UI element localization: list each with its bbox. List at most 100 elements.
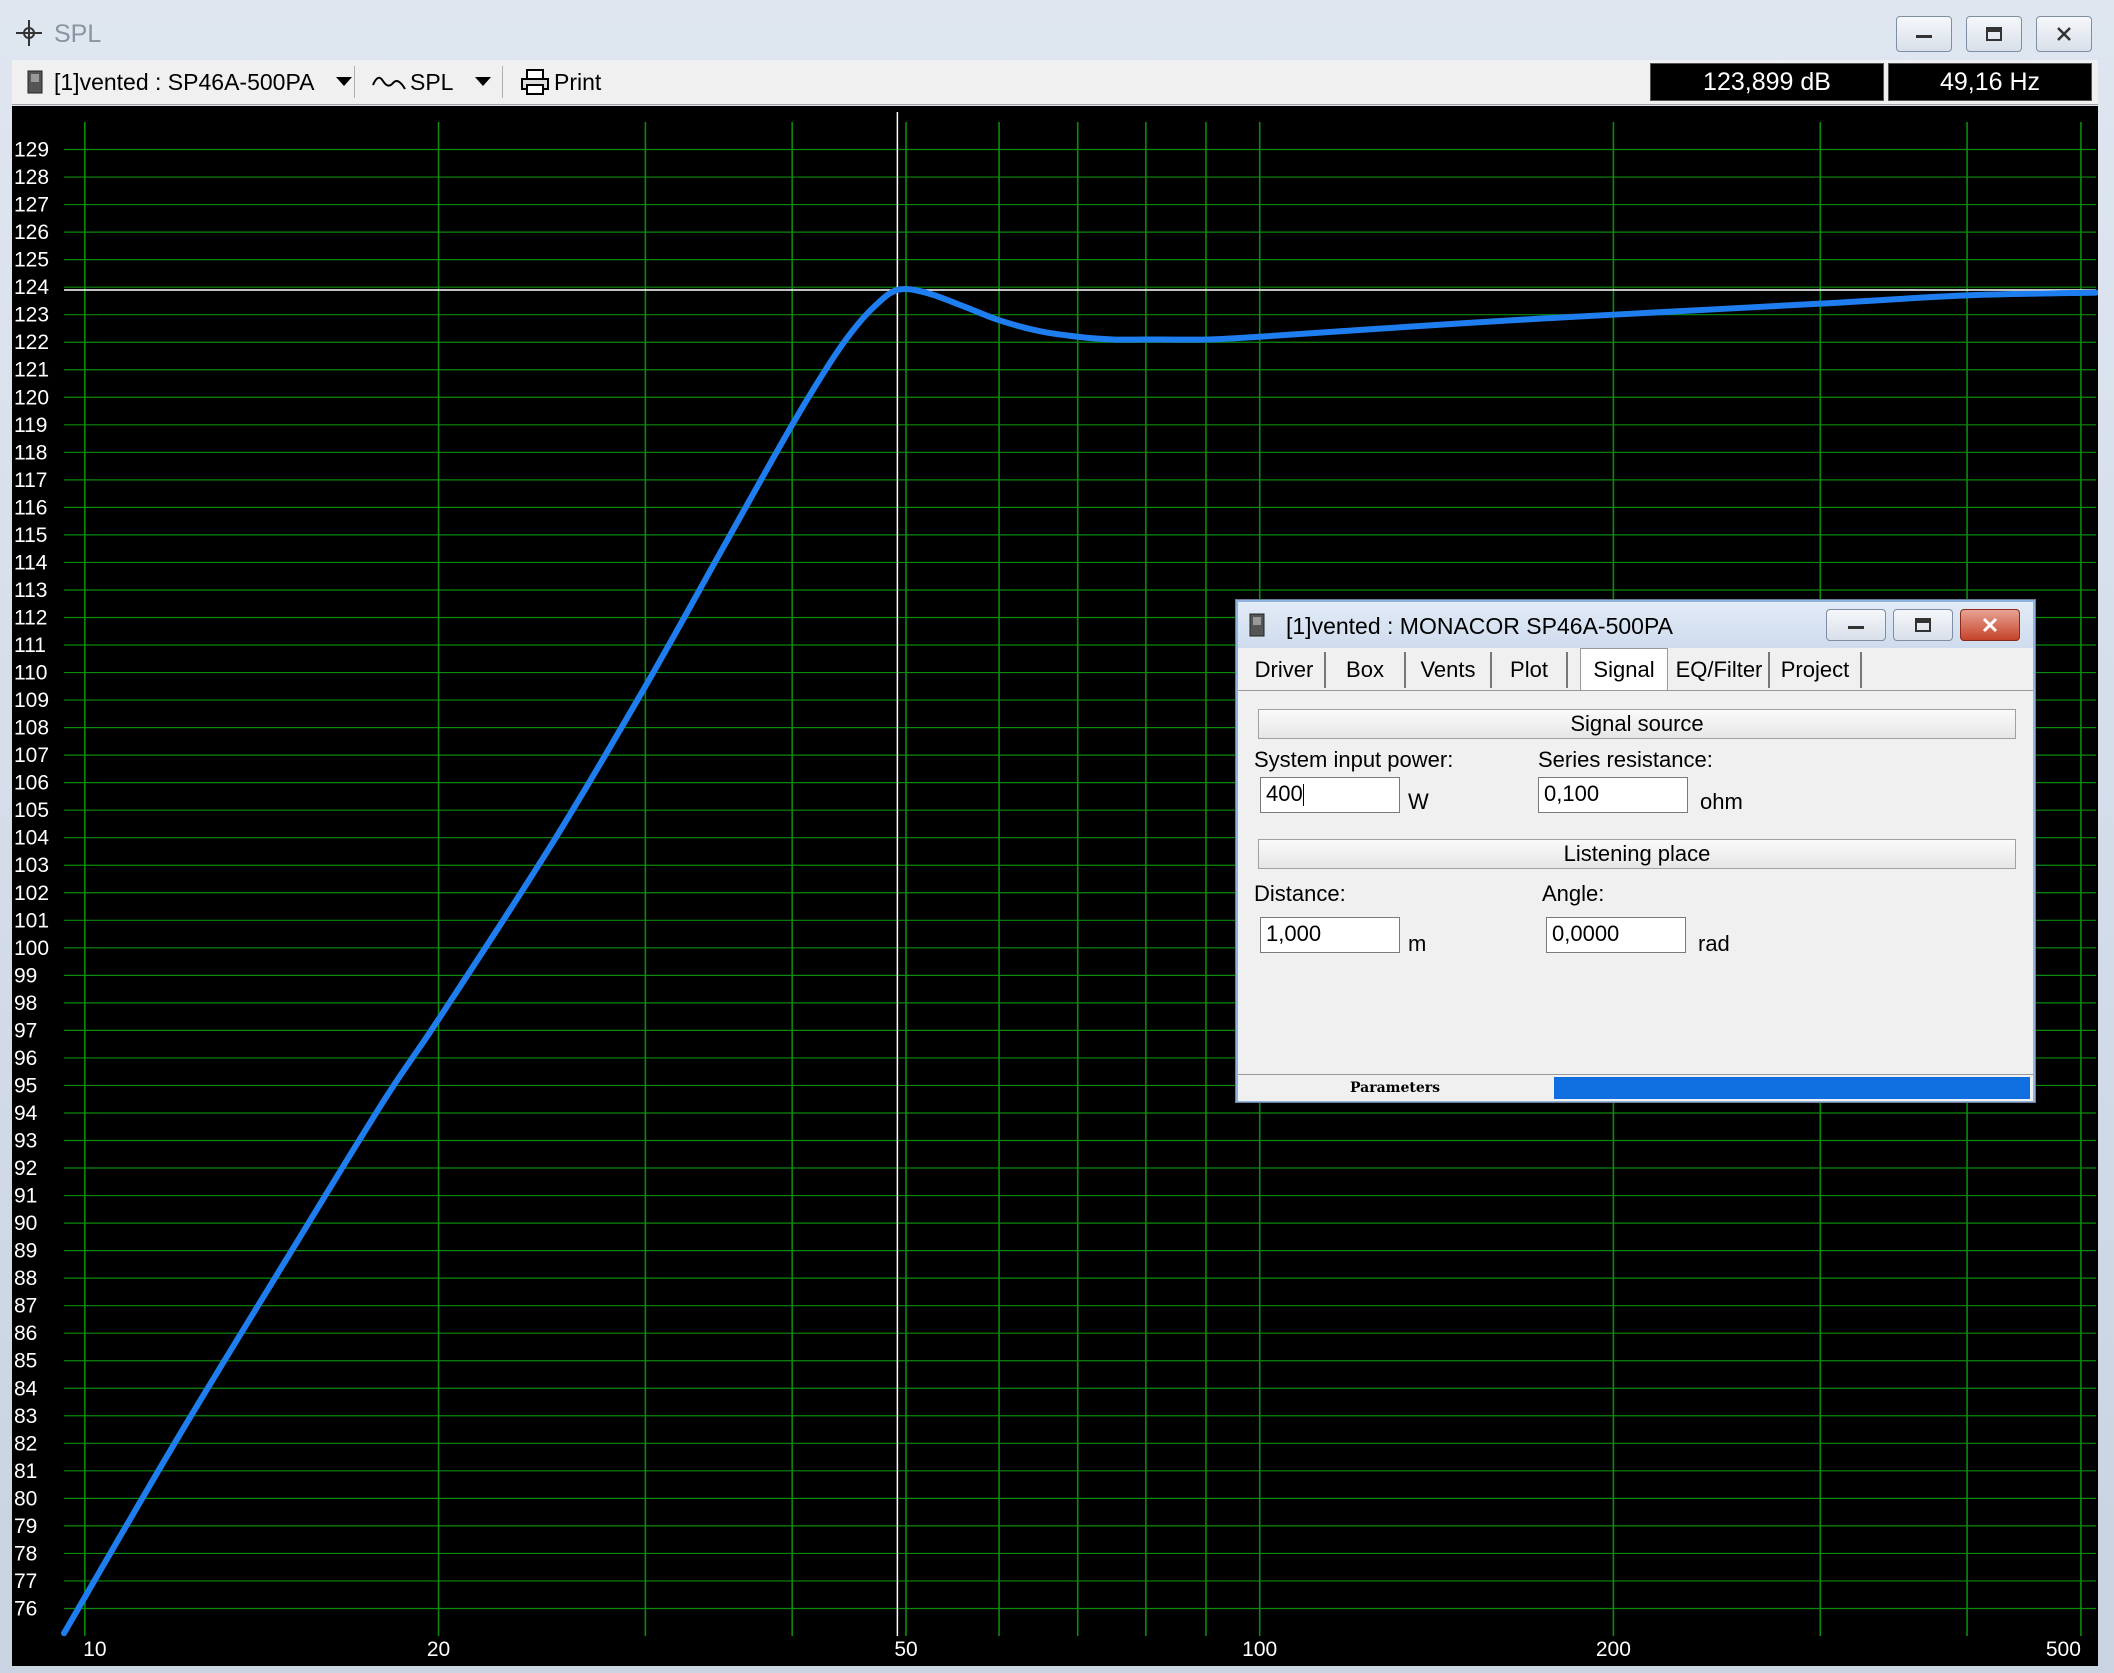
- series-resistance-label: Series resistance:: [1538, 747, 1713, 772]
- input-power-unit: W: [1408, 789, 1429, 814]
- print-label: Print: [554, 68, 602, 95]
- y-tick-label: 128: [14, 166, 49, 189]
- y-tick-label: 106: [14, 772, 49, 795]
- y-tick-label: 110: [14, 662, 47, 685]
- y-tick-label: 107: [14, 744, 49, 767]
- y-tick-label: 102: [14, 882, 49, 905]
- x-tick-label: 200: [1596, 1638, 1631, 1661]
- title-bar[interactable]: SPL: [0, 0, 2114, 62]
- text-cursor: [1302, 784, 1304, 807]
- y-tick-label: 117: [14, 469, 47, 492]
- y-tick-label: 100: [14, 937, 49, 960]
- y-tick-label: 89: [14, 1240, 37, 1263]
- distance-field[interactable]: 1,000: [1260, 917, 1400, 953]
- x-tick-label: 500: [2046, 1638, 2081, 1661]
- y-tick-label: 81: [14, 1460, 37, 1483]
- project-dropdown-label: [1]vented : SP46A-500PA: [54, 68, 315, 95]
- printer-icon: [521, 69, 549, 95]
- angle-field[interactable]: 0,0000: [1546, 917, 1686, 953]
- tab-box[interactable]: Box: [1326, 652, 1406, 688]
- parameters-dialog: [1]vented : MONACOR SP46A-500PA Driver B…: [1236, 600, 2035, 1102]
- db-readout: 123,899 dB: [1650, 63, 1884, 101]
- tab-driver[interactable]: Driver: [1244, 652, 1326, 688]
- y-tick-label: 96: [14, 1047, 37, 1070]
- dialog-close-button[interactable]: [1960, 609, 2020, 641]
- y-tick-label: 92: [14, 1157, 37, 1180]
- y-tick-label: 116: [14, 496, 47, 519]
- distance-label: Distance:: [1254, 881, 1346, 906]
- tab-eq-filter[interactable]: EQ/Filter: [1670, 652, 1770, 688]
- distance-unit: m: [1408, 931, 1427, 956]
- y-tick-label: 121: [14, 359, 49, 382]
- chevron-down-icon: [336, 77, 353, 86]
- chevron-down-icon: [475, 77, 492, 86]
- minimize-icon: [1848, 626, 1864, 629]
- y-tick-label: 113: [14, 579, 47, 602]
- crosshair-icon: [16, 20, 42, 46]
- y-tick-label: 125: [14, 249, 49, 272]
- tab-project[interactable]: Project: [1770, 652, 1862, 688]
- input-power-label: System input power:: [1254, 747, 1454, 772]
- tab-signal[interactable]: Signal: [1580, 648, 1668, 690]
- y-tick-label: 85: [14, 1350, 37, 1373]
- print-button[interactable]: Print: [520, 60, 601, 104]
- y-tick-label: 123: [14, 304, 49, 327]
- restore-icon: [1986, 27, 2002, 41]
- signal-source-header: Signal source: [1258, 709, 2016, 739]
- y-tick-label: 99: [14, 964, 37, 987]
- series-resistance-field[interactable]: 0,100: [1538, 777, 1688, 813]
- mode-dropdown[interactable]: SPL: [372, 60, 492, 104]
- x-tick-label: 100: [1242, 1638, 1277, 1661]
- y-tick-label: 115: [14, 524, 47, 547]
- y-tick-label: 95: [14, 1074, 37, 1097]
- y-tick-label: 91: [14, 1185, 37, 1208]
- status-progress: [1554, 1077, 2030, 1099]
- y-tick-label: 94: [14, 1102, 38, 1125]
- toolbar: [1]vented : SP46A-500PA SPL Print 123,89…: [12, 60, 2098, 105]
- y-tick-label: 88: [14, 1267, 37, 1290]
- y-tick-label: 82: [14, 1432, 37, 1455]
- project-dropdown[interactable]: [1]vented : SP46A-500PA: [26, 60, 353, 104]
- y-tick-label: 109: [14, 689, 49, 712]
- y-tick-label: 122: [14, 331, 49, 354]
- angle-unit: rad: [1698, 931, 1730, 956]
- dialog-restore-button[interactable]: [1893, 609, 1953, 641]
- dialog-tabs: Driver Box Vents Plot Signal EQ/Filter P…: [1238, 648, 2033, 690]
- signal-tab-panel: Signal source System input power: 400 W …: [1238, 690, 2033, 1071]
- y-tick-label: 80: [14, 1487, 37, 1510]
- tab-plot[interactable]: Plot: [1492, 652, 1568, 688]
- y-tick-label: 90: [14, 1212, 37, 1235]
- y-tick-label: 78: [14, 1542, 37, 1565]
- y-tick-label: 76: [14, 1597, 37, 1620]
- window-title: SPL: [54, 20, 102, 48]
- x-tick-label: 20: [427, 1638, 450, 1661]
- y-tick-label: 101: [14, 909, 49, 932]
- y-tick-label: 119: [14, 414, 47, 437]
- close-icon: [2057, 27, 2071, 41]
- y-tick-label: 111: [14, 634, 46, 657]
- tab-vents[interactable]: Vents: [1406, 652, 1492, 688]
- dialog-status-bar: Parameters: [1238, 1074, 2033, 1101]
- dialog-title: [1]vented : MONACOR SP46A-500PA: [1286, 613, 1673, 639]
- mode-dropdown-label: SPL: [410, 68, 454, 95]
- dialog-minimize-button[interactable]: [1826, 609, 1886, 641]
- speaker-icon: [1249, 613, 1265, 637]
- dialog-title-bar[interactable]: [1]vented : MONACOR SP46A-500PA: [1238, 602, 2033, 648]
- y-tick-label: 114: [14, 551, 48, 574]
- series-resistance-unit: ohm: [1700, 789, 1743, 814]
- y-tick-label: 83: [14, 1405, 37, 1428]
- input-power-field[interactable]: 400: [1260, 777, 1400, 813]
- waveform-icon: [372, 76, 406, 90]
- y-tick-label: 98: [14, 992, 37, 1015]
- restore-button[interactable]: [1966, 16, 2022, 52]
- y-tick-label: 93: [14, 1130, 37, 1153]
- y-tick-label: 112: [14, 606, 47, 629]
- input-power-value: 400: [1266, 781, 1303, 806]
- y-tick-label: 104: [14, 827, 49, 850]
- close-button[interactable]: [2036, 16, 2092, 52]
- minimize-button[interactable]: [1896, 16, 1952, 52]
- y-tick-label: 105: [14, 799, 49, 822]
- y-tick-label: 118: [14, 441, 47, 464]
- y-tick-label: 124: [14, 276, 49, 299]
- listening-place-header: Listening place: [1258, 839, 2016, 869]
